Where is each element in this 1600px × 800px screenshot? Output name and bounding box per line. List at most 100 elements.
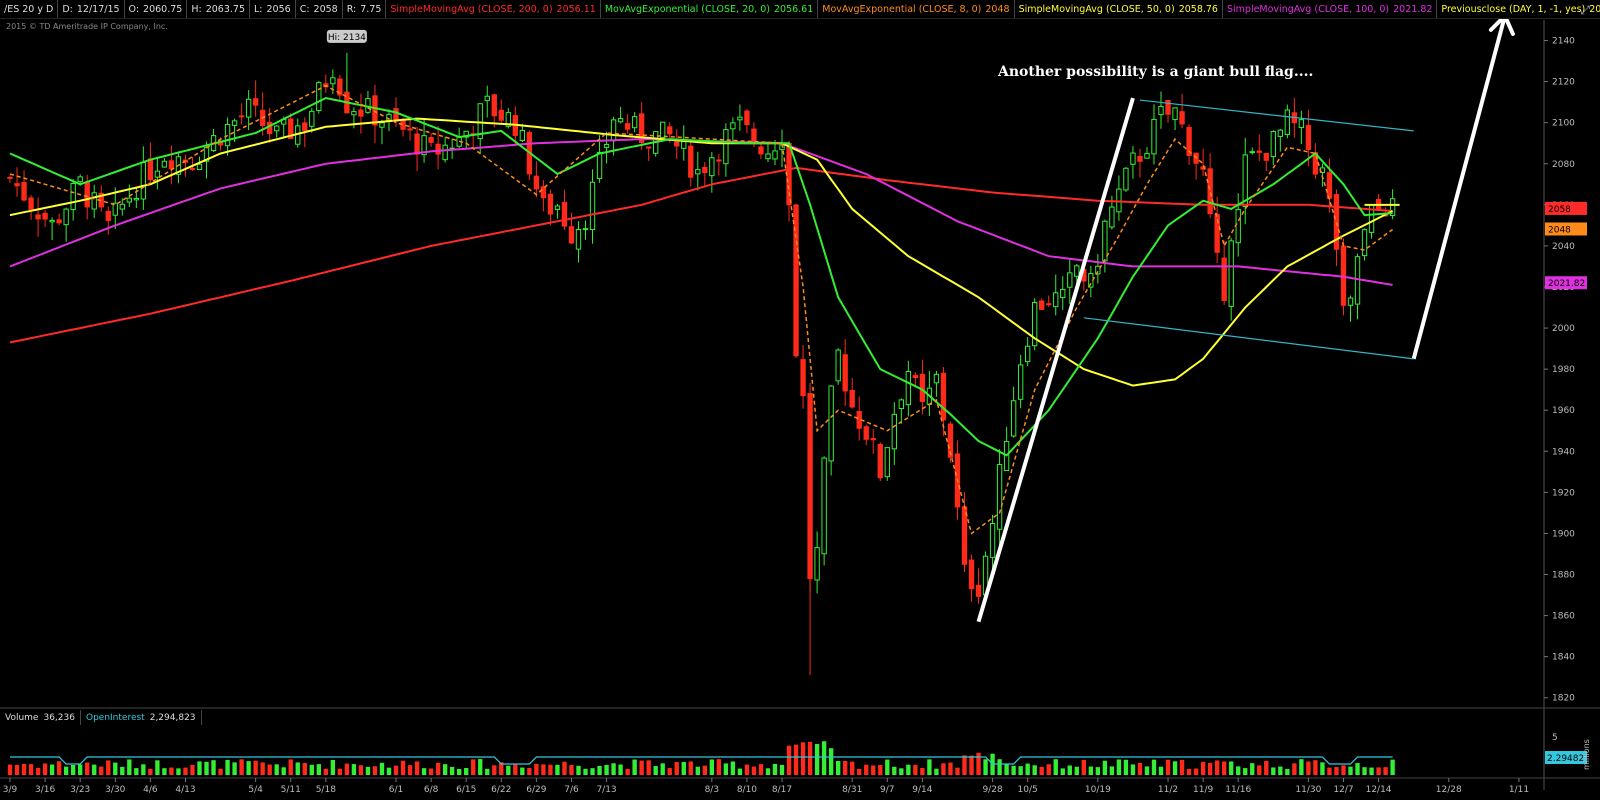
- chart-annotation[interactable]: Another possibility is a giant bull flag…: [998, 64, 1313, 80]
- symbol-label[interactable]: /ES 20 y D: [0, 0, 59, 18]
- volume-bar: [1067, 765, 1072, 775]
- volume-bar: [885, 759, 890, 775]
- volume-study[interactable]: Volume 36,236: [0, 710, 81, 725]
- volume-bar: [1383, 767, 1388, 775]
- volume-bar: [1271, 767, 1276, 775]
- fullscreen-icon[interactable]: ⤢: [1580, 3, 1590, 18]
- candle-body: [91, 192, 97, 210]
- candle-body: [730, 122, 736, 130]
- volume-bar: [590, 768, 595, 775]
- stat-low: L: 2056: [250, 0, 296, 18]
- volume-bar: [365, 766, 371, 775]
- candle-body: [1347, 297, 1354, 306]
- candle-body: [1298, 119, 1305, 129]
- candle-body: [302, 122, 308, 131]
- open-interest-study[interactable]: OpenInterest 2,294,823: [81, 710, 202, 725]
- study-prevclose[interactable]: Previousclose (DAY, 1, -1, yes)2060: [1437, 0, 1600, 18]
- candle-body: [765, 153, 771, 160]
- study-ema8[interactable]: MovAvgExponential (CLOSE, 8, 0) 2048: [818, 0, 1015, 18]
- candle-body: [519, 129, 526, 141]
- candle-body: [21, 181, 27, 201]
- candle-body: [161, 160, 168, 168]
- volume-bar: [28, 764, 34, 775]
- time-tick-label: 11/2: [1158, 785, 1178, 795]
- volume-bar: [871, 765, 876, 775]
- candle-body: [252, 98, 259, 106]
- volume-bar: [1390, 759, 1395, 775]
- volume-bar: [828, 748, 834, 775]
- candle-body: [1024, 345, 1031, 363]
- volume-bar: [1250, 763, 1255, 775]
- volume-bar: [232, 762, 237, 775]
- volume-bar: [1102, 760, 1108, 775]
- volume-bar: [14, 764, 20, 775]
- time-tick-label: 6/15: [456, 785, 476, 795]
- study-sma50[interactable]: SimpleMovingAvg (CLOSE, 50, 0) 2058.76: [1015, 0, 1223, 18]
- time-tick-label: 7/13: [596, 785, 616, 795]
- candle-body: [1270, 131, 1276, 158]
- candle-body: [554, 205, 561, 211]
- volume-bar: [1207, 763, 1213, 775]
- volume-bar: [807, 741, 813, 775]
- time-tick-label: 12/7: [1333, 785, 1353, 795]
- volume-bar: [1285, 768, 1290, 775]
- volume-bar: [1158, 766, 1164, 775]
- study-sma100[interactable]: SimpleMovingAvg (CLOSE, 100, 0) 2021.82: [1223, 0, 1438, 18]
- candle-body: [1102, 220, 1108, 262]
- candle-body: [1249, 151, 1255, 154]
- candle-body: [1109, 206, 1115, 228]
- candle-body: [1326, 172, 1333, 199]
- volume-bar: [127, 759, 132, 775]
- candle-body: [1151, 118, 1157, 155]
- volume-bar: [1229, 761, 1234, 775]
- volume-bar: [997, 759, 1002, 775]
- volume-bar: [21, 764, 27, 775]
- volume-bars: [7, 741, 1395, 775]
- candle-body: [828, 385, 834, 462]
- volume-bar: [772, 763, 778, 775]
- volume-bar: [1355, 763, 1360, 775]
- ema20-line: [9, 96, 1393, 457]
- volume-bar: [344, 763, 350, 775]
- volume-bar: [604, 764, 609, 775]
- candle-body: [821, 457, 827, 555]
- price-tick-label: 2140: [1552, 37, 1575, 47]
- time-tick-label: 11/16: [1225, 785, 1251, 795]
- time-tick-label: 1/11: [1509, 785, 1529, 795]
- candle-body: [533, 175, 540, 190]
- candle-body: [42, 212, 48, 220]
- study-ema20[interactable]: MovAvgExponential (CLOSE, 20, 0) 2056.61: [601, 0, 819, 18]
- volume-bar: [42, 763, 48, 775]
- candle-body: [147, 158, 154, 181]
- price-tick-label: 1860: [1552, 612, 1575, 622]
- volume-bar: [295, 762, 300, 775]
- candle-body: [1256, 150, 1262, 153]
- volume-units-label: millions: [1582, 739, 1591, 770]
- stat-close: C: 2058: [296, 0, 343, 18]
- volume-bar: [1200, 761, 1206, 775]
- volume-bar: [618, 764, 623, 775]
- candle-body: [968, 559, 975, 590]
- candle-body: [77, 176, 83, 183]
- candle-body: [1060, 288, 1066, 299]
- time-tick-label: 8/3: [705, 785, 719, 795]
- study-sma200[interactable]: SimpleMovingAvg (CLOSE, 200, 0) 2056.11: [386, 0, 601, 18]
- price-chart[interactable]: Hi: 2134 1820 1840 1860 1880 1900 1920 1940 196…: [0, 0, 1600, 800]
- volume-bar: [1053, 759, 1058, 775]
- candle-body: [1123, 167, 1129, 191]
- volume-bar: [723, 763, 729, 775]
- volume-bar: [583, 768, 588, 775]
- candle-body: [1207, 168, 1213, 215]
- candle-body: [561, 202, 568, 227]
- hi-label-text: Hi: 2134: [328, 33, 366, 43]
- candle-body: [407, 128, 413, 131]
- volume-bar: [1123, 759, 1129, 775]
- volume-bar: [471, 759, 476, 775]
- volume-bar: [183, 767, 188, 775]
- time-tick-label: 4/13: [175, 785, 195, 795]
- time-tick-label: 5/11: [281, 785, 301, 795]
- candle-body: [744, 110, 750, 126]
- volume-bar: [716, 759, 722, 775]
- candle-body: [688, 145, 694, 178]
- time-tick-label: 10/5: [1018, 785, 1038, 795]
